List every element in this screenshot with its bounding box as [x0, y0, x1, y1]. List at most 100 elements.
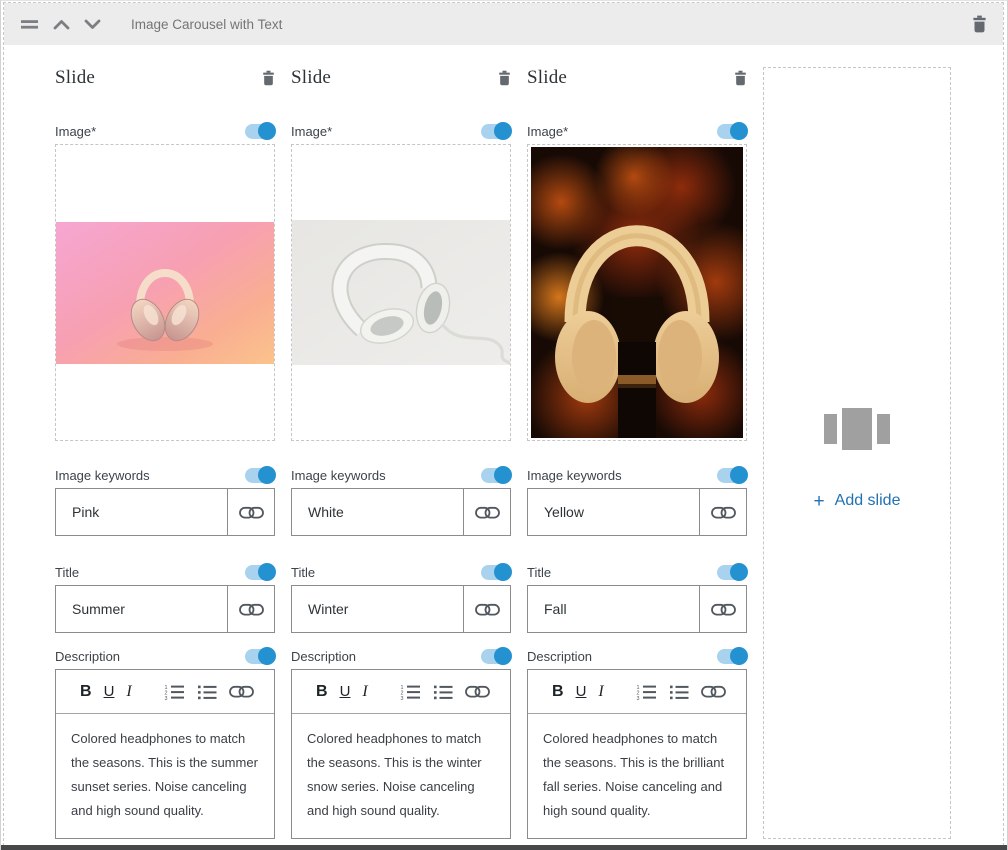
keywords-field-row: Image keywords	[291, 467, 511, 483]
italic-button[interactable]: I	[356, 683, 373, 701]
keywords-input[interactable]	[292, 504, 463, 520]
slide-header: Slide	[55, 67, 275, 89]
slides-container: Slide Image*	[4, 45, 1003, 845]
dynamic-value-button[interactable]	[223, 683, 260, 700]
title-enabled-toggle[interactable]	[717, 565, 747, 580]
title-enabled-toggle[interactable]	[481, 565, 511, 580]
image-dropzone[interactable]	[55, 144, 275, 441]
keywords-field-row: Image keywords	[527, 467, 747, 483]
description-enabled-toggle[interactable]	[481, 649, 511, 664]
rte-toolbar: B U I 1 2 3	[292, 670, 510, 714]
image-enabled-toggle[interactable]	[481, 124, 511, 139]
italic-button[interactable]: I	[592, 683, 609, 701]
trash-icon	[498, 70, 511, 86]
title-input[interactable]	[292, 601, 463, 617]
keywords-field-row: Image keywords	[55, 467, 275, 483]
dynamic-value-button[interactable]	[699, 489, 746, 535]
bold-button[interactable]: B	[546, 683, 570, 701]
delete-slide-button[interactable]	[262, 70, 275, 86]
image-label: Image*	[291, 124, 332, 139]
keywords-enabled-toggle[interactable]	[245, 468, 275, 483]
dynamic-value-button[interactable]	[695, 683, 732, 700]
dynamic-link-icon	[475, 601, 500, 618]
underline-button[interactable]: U	[570, 683, 593, 700]
title-input[interactable]	[56, 601, 227, 617]
title-label: Title	[55, 565, 79, 580]
image-label: Image*	[55, 124, 96, 139]
dynamic-link-icon	[711, 504, 736, 521]
keywords-input[interactable]	[528, 504, 699, 520]
toggle-knob	[494, 466, 512, 484]
underline-button[interactable]: U	[98, 683, 121, 700]
image-enabled-toggle[interactable]	[245, 124, 275, 139]
dynamic-link-icon	[239, 504, 264, 521]
add-slide-button[interactable]: + Add slide	[814, 492, 901, 511]
bullet-list-button[interactable]	[191, 684, 223, 700]
ordered-list-button[interactable]: 1 2 3	[394, 684, 427, 700]
description-editor: B U I 1 2 3	[291, 669, 511, 839]
underline-button[interactable]: U	[334, 683, 357, 700]
slide-card-1: Slide Image*	[55, 67, 275, 839]
title-field-row: Title	[55, 564, 275, 580]
dynamic-value-button[interactable]	[459, 683, 496, 700]
bullet-list-button[interactable]	[663, 684, 695, 700]
delete-slide-button[interactable]	[498, 70, 511, 86]
slide-heading: Slide	[291, 67, 331, 89]
plus-icon: +	[814, 492, 825, 511]
description-enabled-toggle[interactable]	[245, 649, 275, 664]
dynamic-value-button[interactable]	[463, 489, 510, 535]
title-input[interactable]	[528, 601, 699, 617]
image-field-row: Image*	[55, 123, 275, 139]
slide-heading: Slide	[55, 67, 95, 89]
toggle-knob	[494, 647, 512, 665]
description-textarea[interactable]: Colored headphones to match the seasons.…	[528, 714, 746, 838]
image-dropzone[interactable]	[291, 144, 511, 441]
rte-toolbar: B U I 1 2 3	[56, 670, 274, 714]
drag-handle-icon[interactable]	[20, 18, 39, 31]
bold-button[interactable]: B	[74, 683, 98, 701]
bullet-list-icon	[197, 684, 217, 700]
description-label: Description	[55, 649, 120, 664]
move-down-button[interactable]	[84, 19, 101, 30]
move-up-button[interactable]	[53, 19, 70, 30]
bold-button[interactable]: B	[310, 683, 334, 701]
pink-headphones-image	[56, 222, 274, 364]
toggle-knob	[258, 647, 276, 665]
keywords-enabled-toggle[interactable]	[717, 468, 747, 483]
dynamic-link-icon	[229, 683, 254, 700]
toggle-knob	[494, 563, 512, 581]
dynamic-value-button[interactable]	[699, 586, 746, 632]
bullet-list-icon	[433, 684, 453, 700]
image-enabled-toggle[interactable]	[717, 124, 747, 139]
keywords-enabled-toggle[interactable]	[481, 468, 511, 483]
dynamic-link-icon	[239, 601, 264, 618]
bullet-list-icon	[669, 684, 689, 700]
description-label: Description	[291, 649, 356, 664]
dynamic-value-button[interactable]	[227, 489, 274, 535]
ordered-list-button[interactable]: 1 2 3	[158, 684, 191, 700]
keywords-input[interactable]	[56, 504, 227, 520]
ordered-list-icon: 1 2 3	[400, 684, 421, 700]
italic-button[interactable]: I	[120, 683, 137, 701]
slide-card-2: Slide Image*	[291, 67, 511, 839]
image-dropzone[interactable]	[527, 144, 747, 441]
title-enabled-toggle[interactable]	[245, 565, 275, 580]
title-label: Title	[527, 565, 551, 580]
bullet-list-button[interactable]	[427, 684, 459, 700]
keywords-label: Image keywords	[527, 468, 622, 483]
delete-slide-button[interactable]	[734, 70, 747, 86]
dynamic-value-button[interactable]	[227, 586, 274, 632]
toggle-knob	[730, 122, 748, 140]
keywords-input-group	[291, 488, 511, 536]
title-label: Title	[291, 565, 315, 580]
window-bottom-edge	[1, 845, 1007, 850]
ordered-list-button[interactable]: 1 2 3	[630, 684, 663, 700]
delete-block-button[interactable]	[972, 15, 987, 33]
toggle-knob	[258, 563, 276, 581]
trash-icon	[972, 15, 987, 33]
description-enabled-toggle[interactable]	[717, 649, 747, 664]
description-textarea[interactable]: Colored headphones to match the seasons.…	[292, 714, 510, 838]
dynamic-value-button[interactable]	[463, 586, 510, 632]
image-label: Image*	[527, 124, 568, 139]
description-textarea[interactable]: Colored headphones to match the seasons.…	[56, 714, 274, 838]
